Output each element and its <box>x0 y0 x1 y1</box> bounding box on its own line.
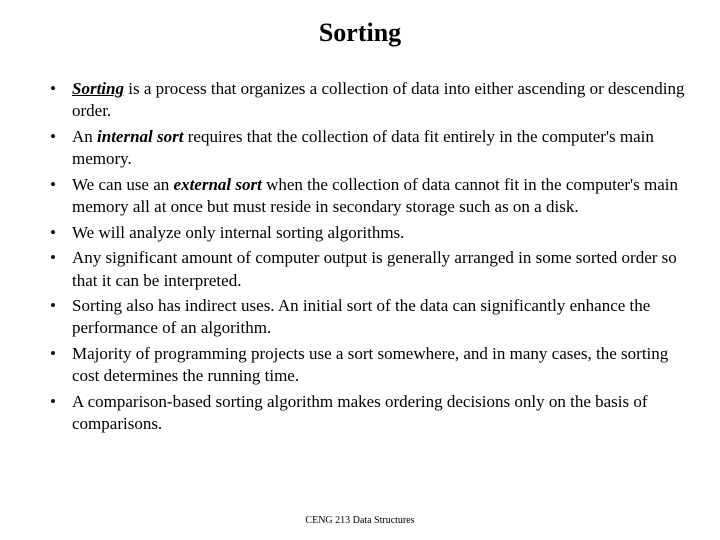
bullet-item: We can use an external sort when the col… <box>50 174 688 219</box>
bullet-item: An internal sort requires that the colle… <box>50 126 688 171</box>
bullet-text: is a process that organizes a collection… <box>72 79 684 120</box>
bullet-text: internal sort <box>97 127 183 146</box>
bullet-text: Majority of programming projects use a s… <box>72 344 668 385</box>
slide-title: Sorting <box>32 18 688 48</box>
bullet-text: An <box>72 127 97 146</box>
bullet-item: Sorting is a process that organizes a co… <box>50 78 688 123</box>
bullet-list: Sorting is a process that organizes a co… <box>32 78 688 436</box>
bullet-item: We will analyze only internal sorting al… <box>50 222 688 244</box>
bullet-text: We will analyze only internal sorting al… <box>72 223 404 242</box>
bullet-text: external sort <box>174 175 262 194</box>
bullet-text: We can use an <box>72 175 174 194</box>
bullet-item: Any significant amount of computer outpu… <box>50 247 688 292</box>
bullet-text: Sorting also has indirect uses. An initi… <box>72 296 650 337</box>
bullet-text: Any significant amount of computer outpu… <box>72 248 677 289</box>
bullet-text: Sorting <box>72 79 124 98</box>
bullet-text: A comparison-based sorting algorithm mak… <box>72 392 648 433</box>
bullet-item: Majority of programming projects use a s… <box>50 343 688 388</box>
slide-footer: CENG 213 Data Structures <box>0 515 720 526</box>
bullet-item: Sorting also has indirect uses. An initi… <box>50 295 688 340</box>
bullet-item: A comparison-based sorting algorithm mak… <box>50 391 688 436</box>
